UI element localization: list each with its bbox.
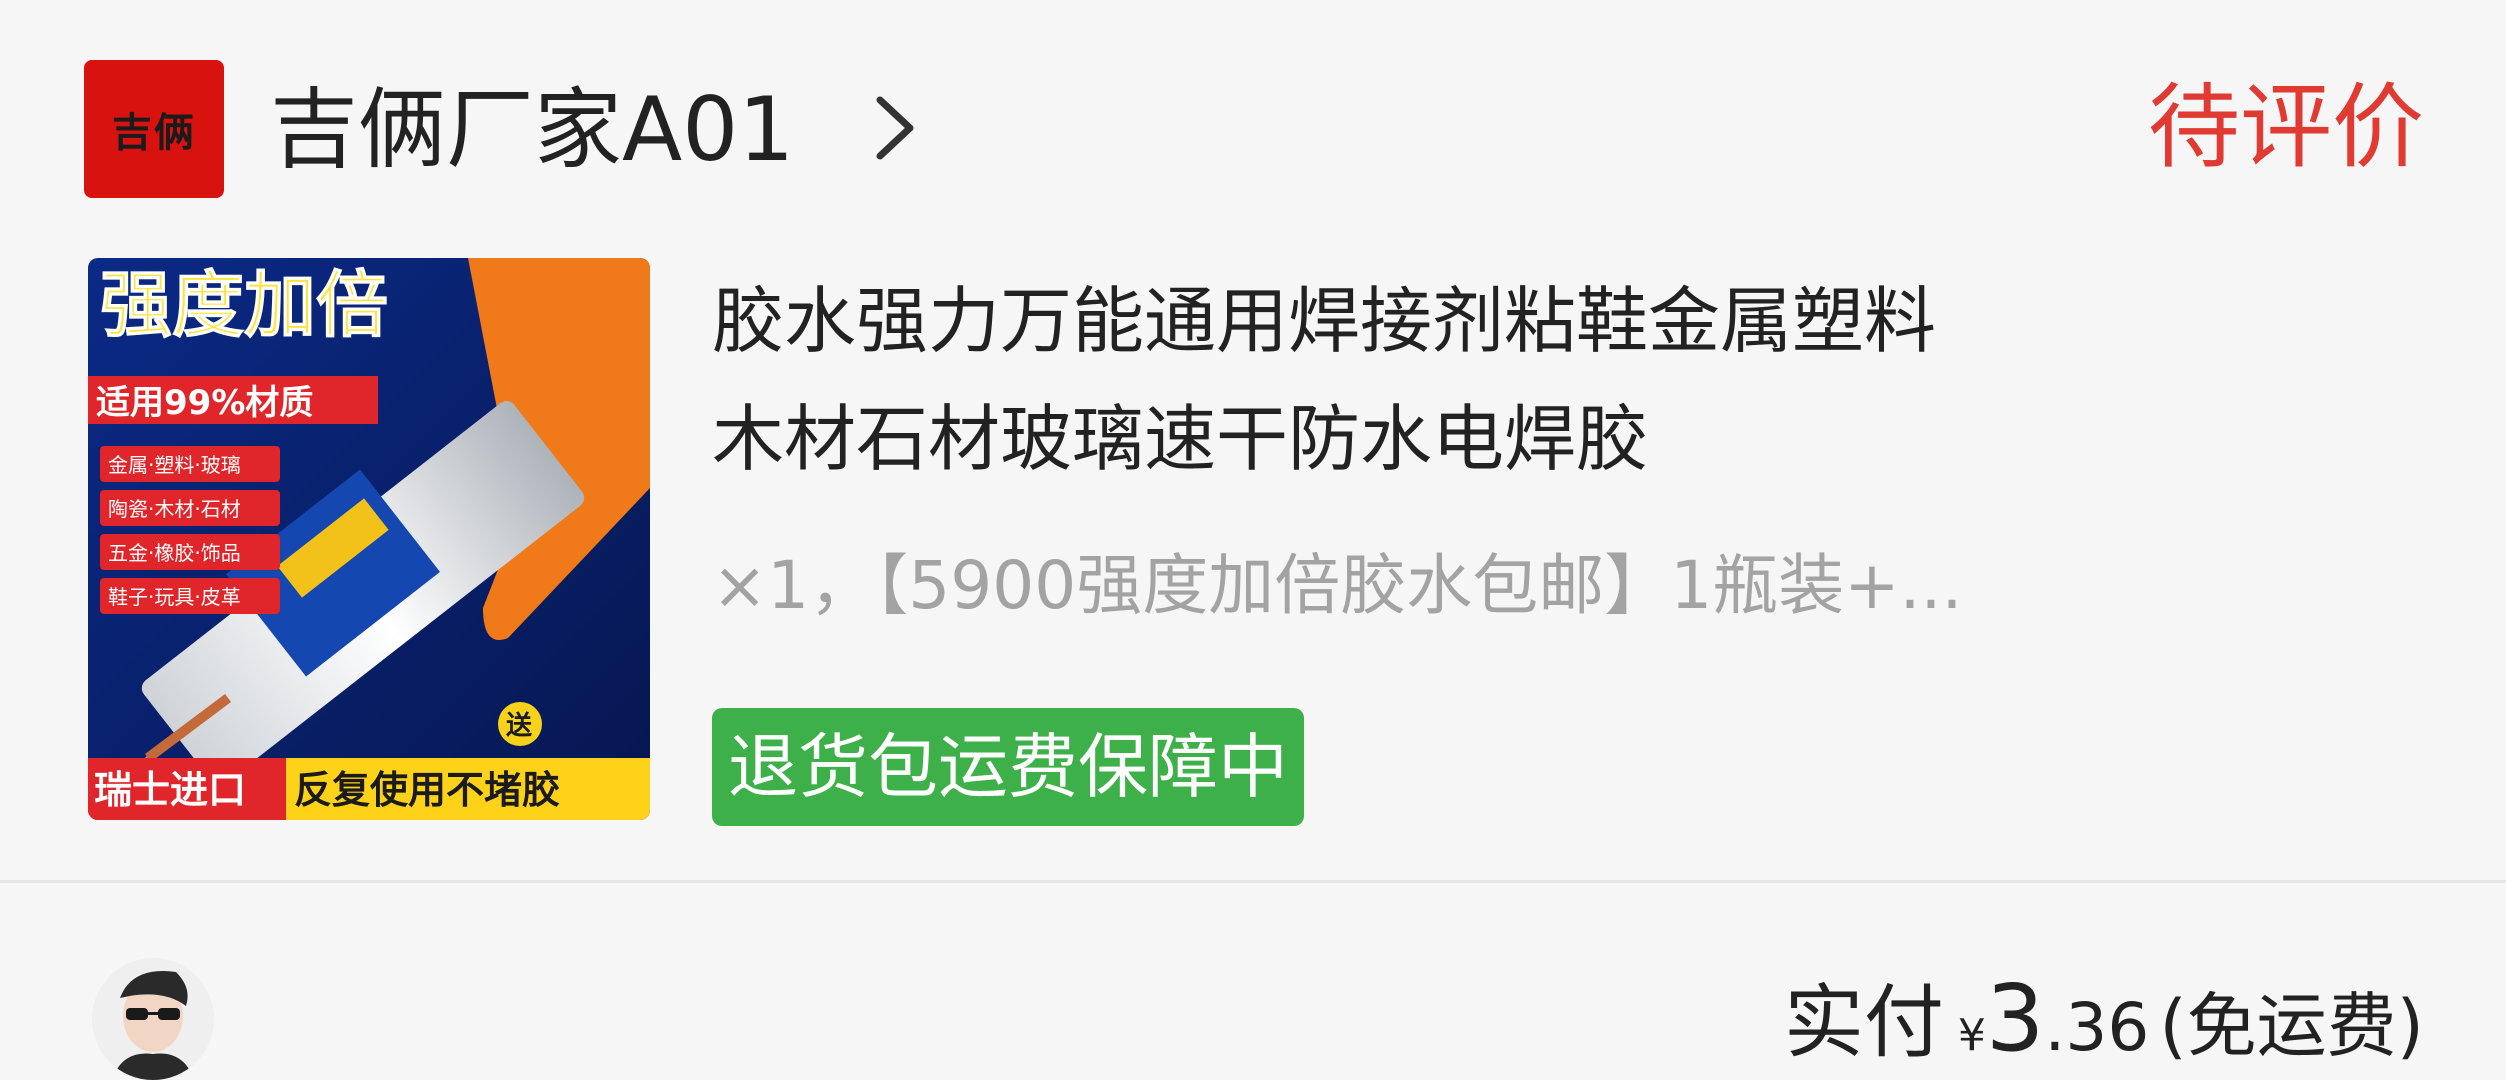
image-headline: 强度加倍 [100,263,388,347]
shop-logo-text: 吉俩 [112,109,196,156]
product-spec: ×1，【5900强度加倍胶水包邮】1瓶装+... [712,547,1963,624]
shop-name-link[interactable]: 吉俩厂家A01 [270,66,794,194]
amount-decimal: .36 [2044,989,2150,1066]
order-status[interactable]: 待评价 [2148,64,2424,192]
shop-logo[interactable]: 吉俩 [84,60,224,198]
svg-text:金属·塑料·玻璃: 金属·塑料·玻璃 [108,453,241,477]
product-title-line1: 胶水强力万能通用焊接剂粘鞋金属塑料 [712,279,1937,363]
product-image-graphic: 强度加倍 适用99%材质 金属·塑料·玻璃 陶瓷·木材·石材 五金·橡胶·饰品 … [88,258,650,820]
svg-text:鞋子·玩具·皮革: 鞋子·玩具·皮革 [108,585,241,609]
order-card[interactable]: 吉俩 吉俩厂家A01 待评价 强度加倍 适用99%材质 金属·塑料·玻璃 陶瓷·… [0,0,2506,1080]
image-bottom-right: 反复使用不堵胶 [294,768,560,812]
image-bottom-left: 瑞士进口 [94,768,246,812]
paid-label: 实付 [1783,976,1944,1069]
payment-summary: 实付 ¥ 3 .36 (免运费) [1784,958,2424,1074]
avatar[interactable] [92,958,214,1080]
currency-symbol: ¥ [1957,1010,1986,1061]
image-gift: 送 [506,711,532,741]
shipping-note: (免运费) [2159,985,2424,1067]
return-shipping-badge: 退货包运费保障中 [712,708,1304,826]
chevron-right-icon[interactable] [862,88,932,168]
svg-text:五金·橡胶·饰品: 五金·橡胶·饰品 [108,541,241,565]
product-title-line2: 木材石材玻璃速干防水电焊胶 [712,397,1649,481]
amount-integer: 3 [1985,965,2045,1072]
svg-text:陶瓷·木材·石材: 陶瓷·木材·石材 [108,497,241,521]
product-title[interactable]: 胶水强力万能通用焊接剂粘鞋金属塑料 木材石材玻璃速干防水电焊胶 [712,262,2382,498]
divider [0,880,2506,883]
product-thumbnail[interactable]: 强度加倍 适用99%材质 金属·塑料·玻璃 陶瓷·木材·石材 五金·橡胶·饰品 … [88,258,650,820]
image-sub: 适用99%材质 [96,383,313,423]
avatar-icon [92,958,214,1080]
